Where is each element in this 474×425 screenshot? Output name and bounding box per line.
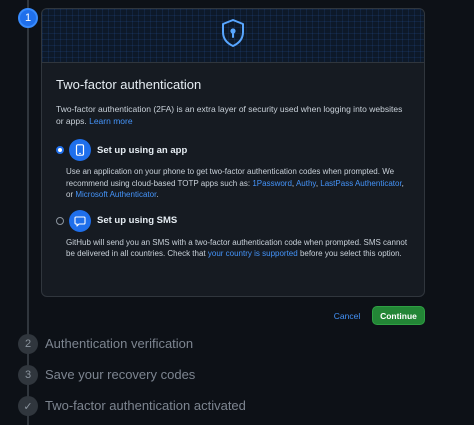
sms-option-description: GitHub will send you an SMS with a two-f…	[66, 237, 410, 260]
card-body: Two-factor authentication Two-factor aut…	[42, 63, 424, 260]
app-option-radio[interactable]	[56, 146, 64, 154]
intro-text: Two-factor authentication (2FA) is an ex…	[56, 103, 410, 127]
app-sep-1: ,	[291, 178, 295, 188]
step-1-indicator: 1	[18, 8, 38, 28]
app-option-label: Set up using an app	[97, 144, 188, 156]
card-banner	[42, 9, 424, 63]
shield-lock-icon	[220, 18, 246, 53]
step-4-label: Two-factor authentication activated	[45, 398, 246, 413]
check-icon: ✓	[18, 396, 38, 416]
cancel-button[interactable]: Cancel	[327, 307, 367, 324]
step-2-indicator: 2	[18, 334, 38, 354]
app-link-authy[interactable]: Authy	[296, 179, 316, 188]
continue-button[interactable]: Continue	[372, 306, 425, 325]
app-link-1password[interactable]: 1Password	[252, 179, 292, 188]
sms-option[interactable]: Set up using SMS	[56, 209, 410, 232]
sms-desc-suffix: before you select this option.	[299, 249, 402, 258]
app-desc-end: .	[156, 190, 159, 199]
step-rail	[27, 0, 29, 425]
chat-bubble-icon	[69, 209, 91, 232]
step-2-label: Authentication verification	[45, 336, 194, 351]
mobile-phone-icon	[69, 139, 91, 161]
app-link-lastpass[interactable]: LastPass Authenticator	[320, 179, 401, 188]
two-factor-setup-page: 1 Two-factor authentication Two-factor a…	[0, 0, 474, 425]
app-option[interactable]: Set up using an app	[56, 139, 410, 161]
app-sep-2: ,	[315, 178, 319, 188]
sms-option-label: Set up using SMS	[97, 215, 178, 226]
sms-option-radio[interactable]	[56, 216, 64, 225]
learn-more-link[interactable]: Learn more	[89, 116, 132, 126]
step-3-label: Save your recovery codes	[45, 367, 196, 382]
step-3-indicator: 3	[18, 365, 38, 385]
card-title: Two-factor authentication	[56, 77, 202, 92]
app-option-description: Use an application on your phone to get …	[66, 166, 410, 201]
country-supported-link[interactable]: your country is supported	[208, 249, 298, 258]
app-link-microsoft[interactable]: Microsoft Authenticator	[75, 190, 156, 199]
setup-card: Two-factor authentication Two-factor aut…	[41, 8, 425, 297]
